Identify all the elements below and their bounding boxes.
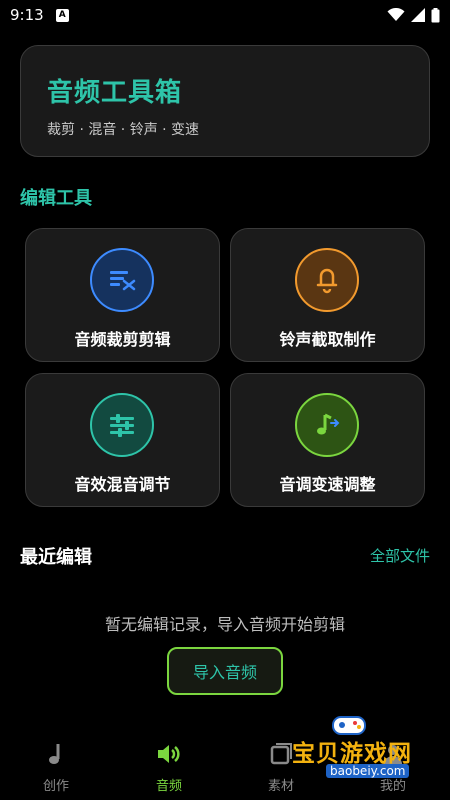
- tool-label: 铃声截取制作: [279, 330, 376, 349]
- tool-label: 音效混音调节: [74, 475, 171, 494]
- nav-label: 创作: [42, 779, 69, 794]
- speaker-icon: [129, 739, 209, 769]
- hero-card: 音频工具箱 裁剪 · 混音 · 铃声 · 变速: [20, 45, 430, 157]
- nav-label: 音频: [155, 779, 182, 794]
- tool-card-ringtone[interactable]: 铃声截取制作: [230, 228, 425, 362]
- sliders-icon: [90, 393, 154, 457]
- import-audio-button[interactable]: 导入音频: [167, 647, 283, 695]
- empty-state-text: 暂无编辑记录，导入音频开始剪辑: [104, 615, 345, 634]
- hero-title: 音频工具箱: [47, 78, 183, 108]
- hero-subtitle: 裁剪 · 混音 · 铃声 · 变速: [47, 122, 200, 138]
- status-icons: [387, 7, 440, 23]
- status-bar: 9:13 A: [0, 0, 450, 30]
- tool-label: 音频裁剪剪辑: [74, 330, 171, 349]
- recent-title: 最近编辑: [20, 547, 92, 568]
- status-time: 9:13: [10, 6, 44, 24]
- nav-item-create[interactable]: 创作: [16, 739, 96, 794]
- bell-icon: [295, 248, 359, 312]
- tool-label: 音调变速调整: [279, 475, 376, 494]
- watermark-text: 宝贝游戏网: [292, 741, 412, 767]
- wifi-icon: [387, 8, 405, 21]
- all-files-link[interactable]: 全部文件: [370, 545, 430, 566]
- watermark-url: baobeiy.com: [326, 764, 410, 778]
- signal-icon: [411, 8, 425, 22]
- notification-icon: A: [55, 8, 69, 22]
- tool-card-pitch[interactable]: 音调变速调整: [230, 373, 425, 507]
- text-lines-icon: [90, 248, 154, 312]
- battery-icon: [431, 7, 440, 22]
- music-note-icon: [295, 393, 359, 457]
- music-note-icon: [16, 739, 96, 769]
- section-title-tools: 编辑工具: [20, 188, 92, 209]
- watermark: 宝贝游戏网 baobeiy.com: [292, 712, 422, 782]
- tool-card-trim[interactable]: 音频裁剪剪辑: [25, 228, 220, 362]
- tool-card-mix[interactable]: 音效混音调节: [25, 373, 220, 507]
- nav-item-audio[interactable]: 音频: [129, 739, 209, 794]
